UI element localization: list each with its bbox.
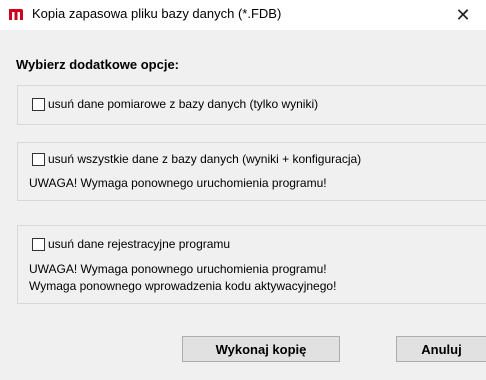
option-delete-registration[interactable]: usuń dane rejestracyjne programu	[32, 237, 230, 251]
checkbox-delete-measurements[interactable]	[32, 97, 45, 111]
window-title: Kopia zapasowa pliku bazy danych (*.FDB)	[32, 6, 282, 21]
checkbox-delete-all-data[interactable]	[32, 152, 45, 166]
title-bar: Kopia zapasowa pliku bazy danych (*.FDB)…	[0, 0, 486, 30]
option-delete-all-data[interactable]: usuń wszystkie dane z bazy danych (wynik…	[32, 152, 361, 166]
option-label: usuń dane pomiarowe z bazy danych (tylko…	[48, 97, 319, 111]
option-group-3: usuń dane rejestracyjne programu UWAGA! …	[17, 225, 486, 304]
restart-warning: UWAGA! Wymaga ponownego uruchomienia pro…	[29, 176, 327, 190]
m-logo-icon	[9, 9, 23, 20]
close-icon: ✕	[455, 4, 471, 25]
option-group-1: usuń dane pomiarowe z bazy danych (tylko…	[17, 85, 486, 125]
activation-warning: Wymaga ponownego wprowadzenia kodu aktyw…	[29, 279, 337, 293]
dialog-body: Wybierz dodatkowe opcje: usuń dane pomia…	[0, 30, 486, 380]
close-button[interactable]: ✕	[440, 0, 486, 30]
option-delete-measurements[interactable]: usuń dane pomiarowe z bazy danych (tylko…	[32, 97, 318, 111]
options-heading: Wybierz dodatkowe opcje:	[16, 57, 180, 72]
run-backup-button[interactable]: Wykonaj kopię	[182, 336, 340, 362]
cancel-button[interactable]: Anuluj	[396, 336, 486, 362]
restart-warning: UWAGA! Wymaga ponownego uruchomienia pro…	[29, 262, 327, 276]
option-label: usuń dane rejestracyjne programu	[48, 237, 231, 251]
checkbox-delete-registration[interactable]	[32, 237, 45, 251]
option-label: usuń wszystkie dane z bazy danych (wynik…	[48, 152, 362, 166]
option-group-2: usuń wszystkie dane z bazy danych (wynik…	[17, 142, 486, 201]
